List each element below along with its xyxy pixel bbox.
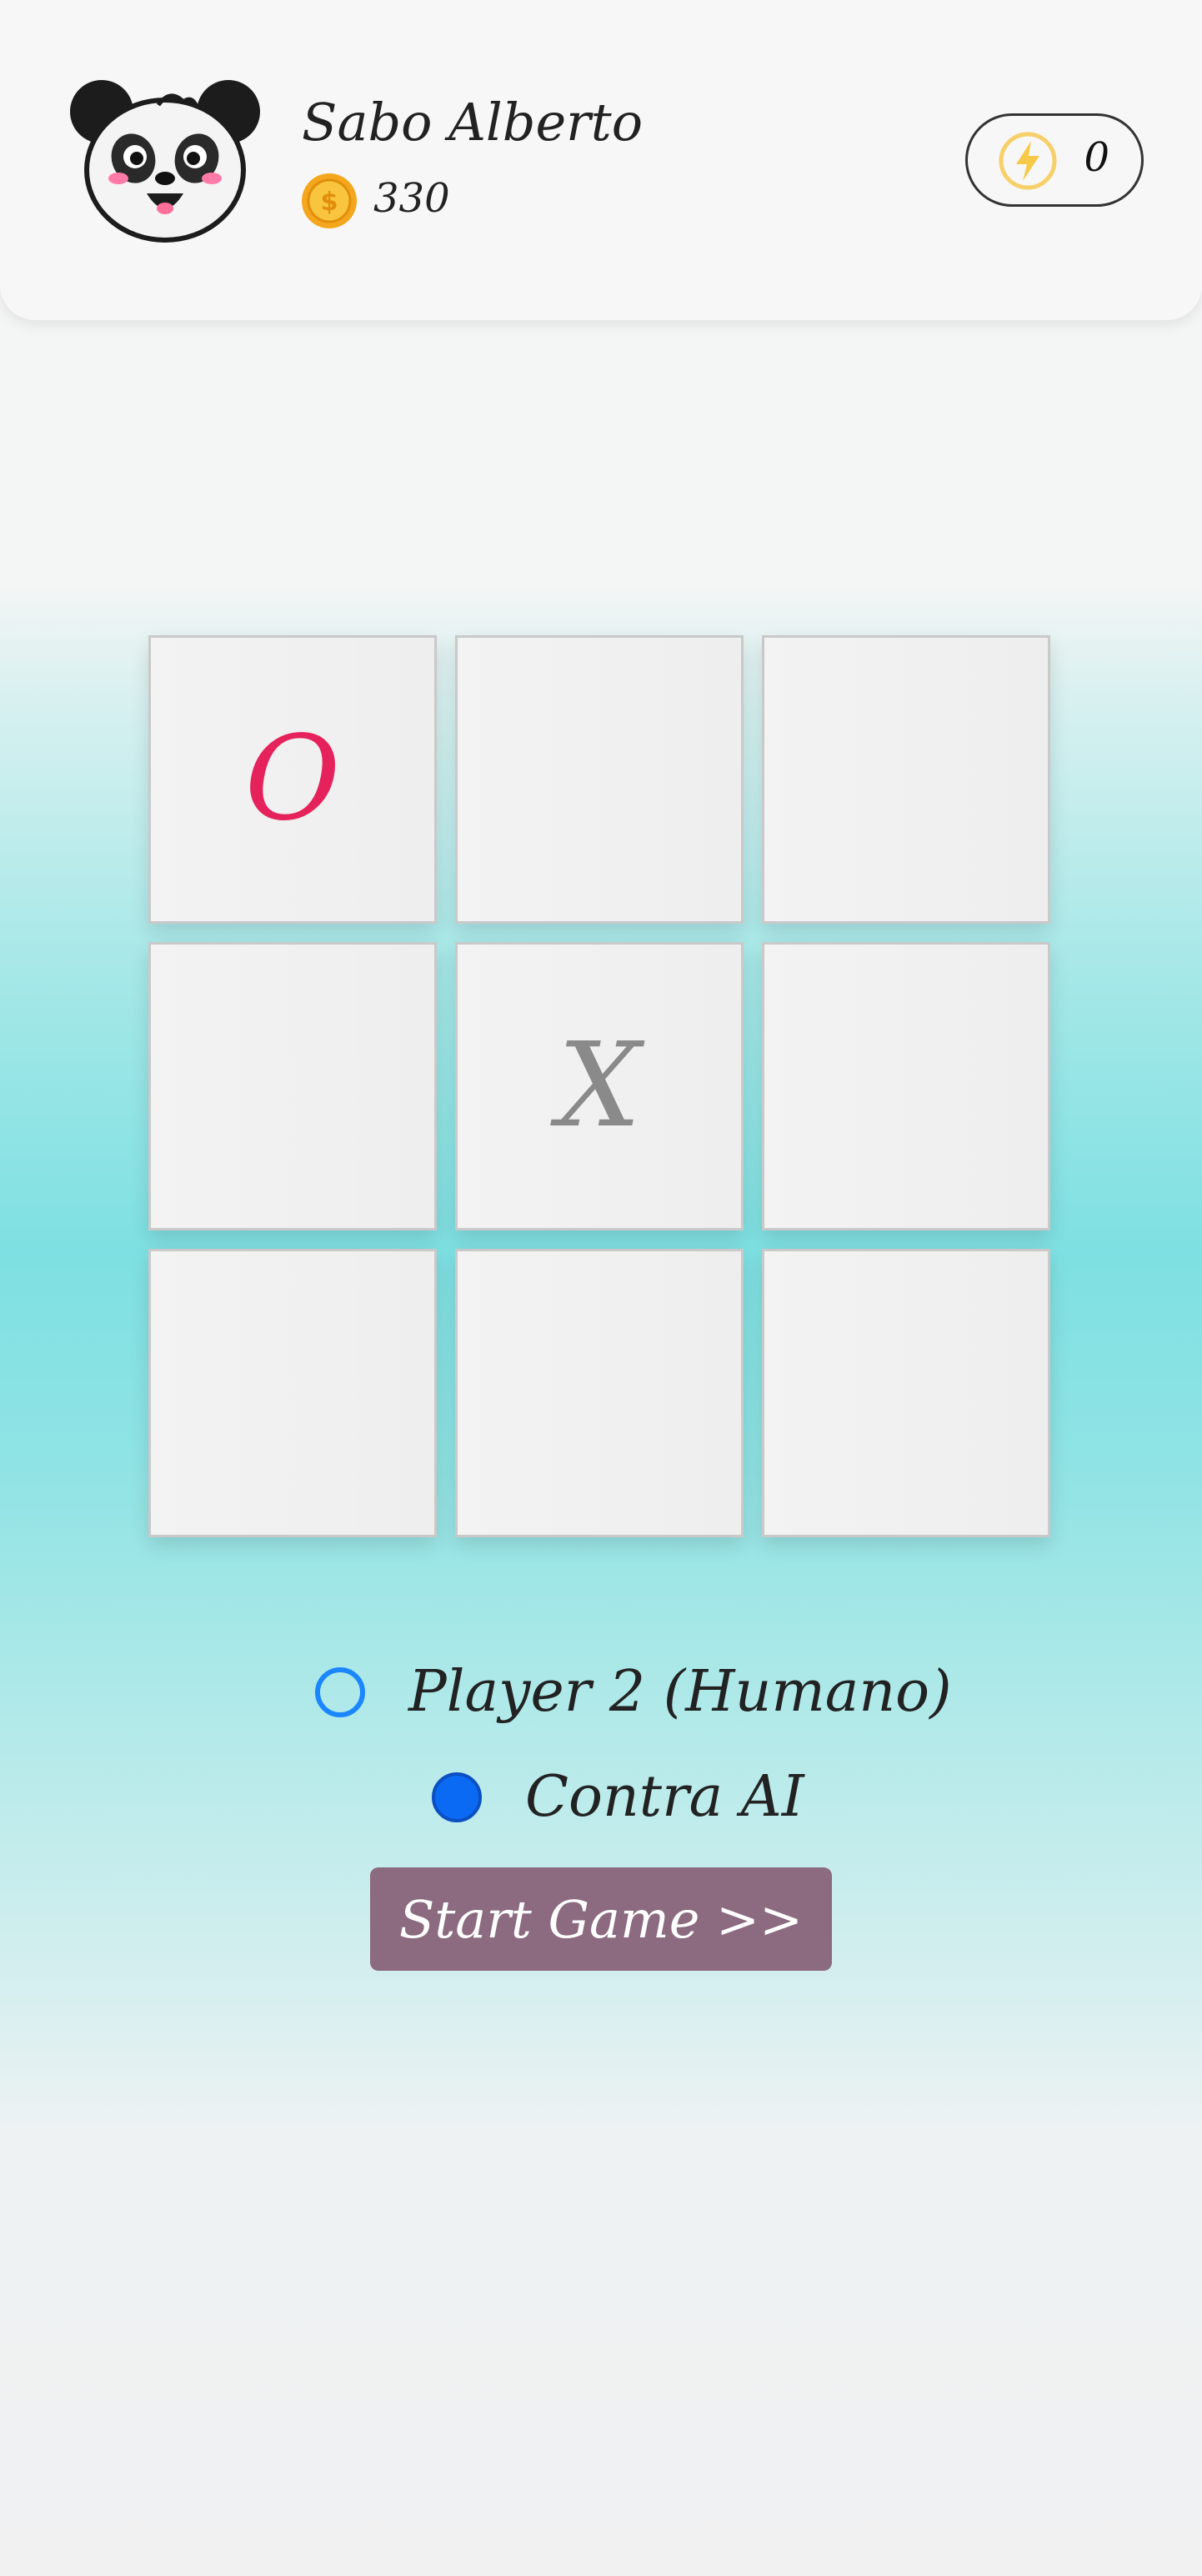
energy-count: 0 xyxy=(1084,134,1109,181)
cell-mark: O xyxy=(244,711,341,847)
start-game-button[interactable]: Start Game >> xyxy=(370,1867,832,1971)
board-cell-9[interactable] xyxy=(762,1249,1050,1537)
radio-ai[interactable] xyxy=(432,1772,482,1822)
board-cell-4[interactable] xyxy=(148,942,437,1230)
option-ai[interactable]: Contra AI xyxy=(432,1764,804,1830)
game-board: O X xyxy=(148,635,1055,1542)
energy-badge[interactable]: 0 xyxy=(965,113,1144,207)
profile-header: Sabo Alberto $ 330 0 xyxy=(0,0,1202,320)
svg-text:$: $ xyxy=(321,188,338,217)
board-cell-6[interactable] xyxy=(762,942,1050,1230)
lightning-icon xyxy=(999,132,1057,190)
option-player2[interactable]: Player 2 (Humano) xyxy=(315,1659,952,1725)
board-cell-5[interactable]: X xyxy=(455,942,744,1230)
coin-count: 330 xyxy=(373,175,450,222)
board-cell-7[interactable] xyxy=(148,1249,437,1537)
user-name: Sabo Alberto xyxy=(302,92,644,153)
radio-player2[interactable] xyxy=(315,1666,365,1717)
panda-avatar-icon[interactable] xyxy=(67,77,263,243)
board-cell-2[interactable] xyxy=(455,635,744,924)
option-player2-label: Player 2 (Humano) xyxy=(408,1659,952,1725)
board-cell-8[interactable] xyxy=(455,1249,744,1537)
option-ai-label: Contra AI xyxy=(525,1764,804,1830)
board-cell-3[interactable] xyxy=(762,635,1050,924)
board-cell-1[interactable]: O xyxy=(148,635,437,924)
coin-icon: $ xyxy=(302,173,357,228)
cell-mark: X xyxy=(558,1018,641,1154)
